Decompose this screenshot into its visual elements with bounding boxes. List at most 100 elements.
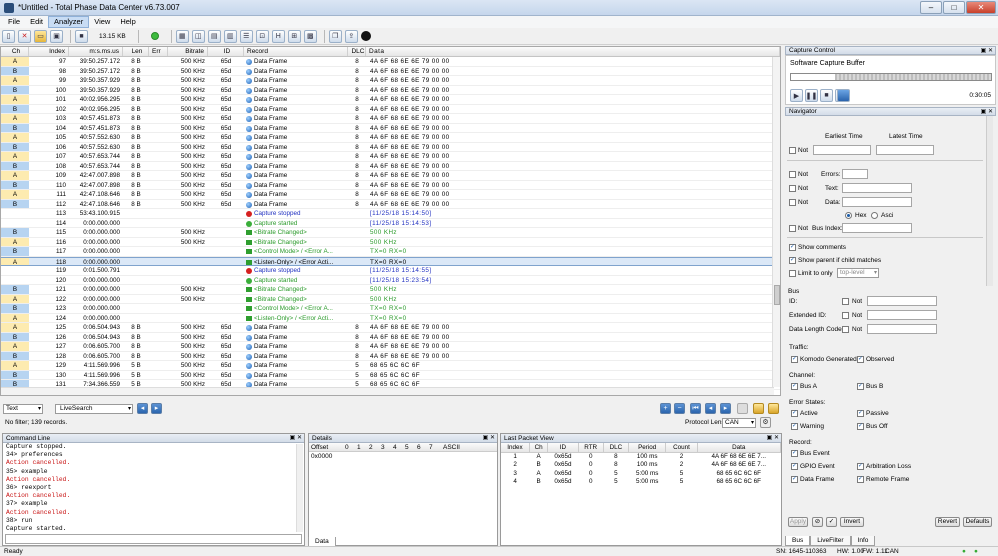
tab-info[interactable]: Info: [850, 536, 876, 546]
not-ext-id-checkbox[interactable]: [842, 312, 849, 319]
view-graph-icon[interactable]: ⊡: [255, 29, 269, 43]
save-icon[interactable]: ▣: [50, 29, 63, 43]
data-input[interactable]: [842, 197, 912, 207]
table-row[interactable]: 113 53:43.100.915 Capture stopped [11/25/18…: [1, 209, 780, 219]
protocol-settings-icon[interactable]: ⚙: [760, 417, 771, 428]
last-packet-row[interactable]: 1 A 0x65d 0 8 100 ms 2 4A 6F 68 6E 6E 7...: [501, 452, 781, 461]
ascii-radio[interactable]: [871, 212, 878, 219]
capture-stop-icon[interactable]: ■: [820, 89, 833, 102]
menu-file[interactable]: File: [3, 16, 25, 28]
capture-pause-icon[interactable]: ❚❚: [805, 89, 818, 102]
table-row[interactable]: 114 0:00.000.000 Capture started [11/25/18 …: [1, 218, 780, 228]
col-data[interactable]: Data: [366, 47, 780, 56]
search-prev-icon[interactable]: ◂: [137, 403, 148, 414]
grid-vertical-scrollbar[interactable]: [772, 57, 780, 387]
remove-filter-icon[interactable]: −: [674, 403, 685, 414]
panel-close-icon[interactable]: ▣ ✕: [981, 47, 993, 55]
bus-b-checkbox[interactable]: ✓: [857, 383, 864, 390]
last-packet-row[interactable]: 3 A 0x65d 0 5 5:00 ms 5 68 65 6C 6C 6F: [501, 469, 781, 478]
capture-play-icon[interactable]: ▶: [790, 89, 803, 102]
bus-index-input[interactable]: [842, 223, 912, 233]
new-file-icon[interactable]: ▯: [2, 29, 15, 43]
tab-livefilter[interactable]: LiveFilter: [810, 536, 851, 546]
delete-icon[interactable]: ✕: [18, 29, 31, 43]
close-button[interactable]: ✕: [966, 1, 996, 14]
filter-mode-select[interactable]: Text: [3, 404, 43, 414]
add-filter-icon[interactable]: +: [660, 403, 671, 414]
table-row[interactable]: A 97 39:50.257.172 8 B 500 KHz 65d Data Frame 8…: [1, 57, 780, 67]
active-checkbox[interactable]: ✓: [791, 410, 798, 417]
show-parent-checkbox[interactable]: ✓: [789, 257, 796, 264]
filter-load-icon[interactable]: [768, 403, 779, 414]
table-row[interactable]: A 118 0:00.000.000 <Listen-Only> / <Error A…: [1, 256, 780, 266]
menu-edit[interactable]: Edit: [25, 16, 48, 28]
clear-filter-icon[interactable]: ⊘: [812, 517, 823, 527]
menu-help[interactable]: Help: [115, 16, 140, 28]
last-packet-col[interactable]: DLC: [603, 443, 629, 453]
level-select[interactable]: top-level: [837, 268, 879, 278]
col-dlc[interactable]: DLC: [348, 47, 366, 56]
table-row[interactable]: B 126 0:06.504.943 8 B 500 KHz 65d Data Frame 8…: [1, 332, 780, 342]
last-packet-col[interactable]: Data: [697, 443, 782, 453]
open-folder-icon[interactable]: ▭: [34, 29, 47, 43]
table-row[interactable]: B 117 0:00.000.000 <Control Mode> / <Error …: [1, 247, 780, 257]
view-hex-icon[interactable]: H: [271, 29, 285, 43]
view-list-icon[interactable]: ☰: [239, 29, 253, 43]
table-row[interactable]: A 99 39:50.357.929 8 B 500 KHz 65d Data Frame 8…: [1, 76, 780, 86]
revert-button[interactable]: Revert: [935, 517, 960, 527]
scroll-thumb[interactable]: [774, 285, 780, 305]
view-split-icon[interactable]: ◫: [191, 29, 205, 43]
menu-analyzer[interactable]: Analyzer: [48, 16, 90, 28]
komodo-generated-checkbox[interactable]: ✓: [791, 356, 798, 363]
table-row[interactable]: A 105 40:57.552.630 8 B 500 KHz 65d Data Frame…: [1, 133, 780, 143]
col-timestamp[interactable]: m:s.ms.us: [69, 47, 123, 56]
earliest-time-input[interactable]: [813, 145, 871, 155]
tab-bus[interactable]: Bus: [785, 536, 811, 546]
table-row[interactable]: B 108 40:57.653.744 8 B 500 KHz 65d Data Frame…: [1, 161, 780, 171]
not-data-checkbox[interactable]: [789, 199, 796, 206]
passive-checkbox[interactable]: ✓: [857, 410, 864, 417]
navigator-scrollbar[interactable]: [986, 116, 993, 286]
table-row[interactable]: B 98 39:50.257.172 8 B 500 KHz 65d Data Frame 8…: [1, 66, 780, 76]
not-text-checkbox[interactable]: [789, 185, 796, 192]
menu-view[interactable]: View: [89, 16, 115, 28]
search-input[interactable]: LiveSearch: [55, 404, 133, 414]
panel-close-icon[interactable]: ▣ ✕: [767, 434, 779, 443]
apply-button[interactable]: Apply: [788, 517, 808, 527]
table-row[interactable]: B 115 0:00.000.000 500 KHz <Bitrate Changed>…: [1, 228, 780, 238]
not-time-checkbox[interactable]: [789, 147, 796, 154]
table-row[interactable]: B 130 4:11.569.996 5 B 500 KHz 65d Data Frame 5…: [1, 370, 780, 380]
col-len[interactable]: Len: [123, 47, 149, 56]
view-grid-icon[interactable]: ▦: [175, 29, 189, 43]
last-packet-col[interactable]: ID: [547, 443, 579, 453]
table-row[interactable]: A 103 40:57.451.873 8 B 500 KHz 65d Data Frame…: [1, 114, 780, 124]
last-packet-col[interactable]: RTR: [578, 443, 604, 453]
bus-off-checkbox[interactable]: ✓: [857, 423, 864, 430]
view-block-icon[interactable]: ▤: [207, 29, 221, 43]
table-row[interactable]: A 116 0:00.000.000 500 KHz <Bitrate Changed>…: [1, 237, 780, 247]
last-packet-row[interactable]: 4 B 0x65d 0 5 5:00 ms 5 68 65 6C 6C 6F: [501, 478, 781, 487]
capture-config-icon[interactable]: [837, 89, 850, 102]
filter-save-icon[interactable]: [753, 403, 764, 414]
col-ch[interactable]: Ch: [1, 47, 29, 56]
table-row[interactable]: A 111 42:47.108.646 8 B 500 KHz 65d Data Frame…: [1, 190, 780, 200]
table-row[interactable]: A 124 0:00.000.000 <Listen-Only> / <Error A…: [1, 313, 780, 323]
table-row[interactable]: A 125 0:06.504.943 8 B 500 KHz 65d Data Frame 8…: [1, 323, 780, 333]
panel-close-icon[interactable]: ▣ ✕: [483, 434, 495, 443]
col-bitrate[interactable]: Bitrate: [168, 47, 208, 56]
bus-a-checkbox[interactable]: ✓: [791, 383, 798, 390]
hex-radio[interactable]: [845, 212, 852, 219]
grid-horizontal-scrollbar[interactable]: [1, 387, 774, 395]
panel-close-icon[interactable]: ▣ ✕: [981, 108, 993, 116]
ext-id-input[interactable]: [867, 310, 937, 320]
last-packet-col[interactable]: Ch: [529, 443, 549, 453]
last-packet-col[interactable]: Count: [665, 443, 698, 453]
data-frame-checkbox[interactable]: ✓: [791, 476, 798, 483]
export-icon[interactable]: ⇪: [344, 29, 358, 43]
table-row[interactable]: A 129 4:11.569.996 5 B 500 KHz 65d Data Frame 5…: [1, 361, 780, 371]
table-row[interactable]: A 101 40:02.956.295 8 B 500 KHz 65d Data Frame…: [1, 95, 780, 105]
filter-prev-icon[interactable]: ◂: [705, 403, 716, 414]
filter-disabled-icon[interactable]: [737, 403, 748, 414]
view-chart-icon[interactable]: ⊞: [287, 29, 301, 43]
confirm-filter-icon[interactable]: ✓: [826, 517, 837, 527]
